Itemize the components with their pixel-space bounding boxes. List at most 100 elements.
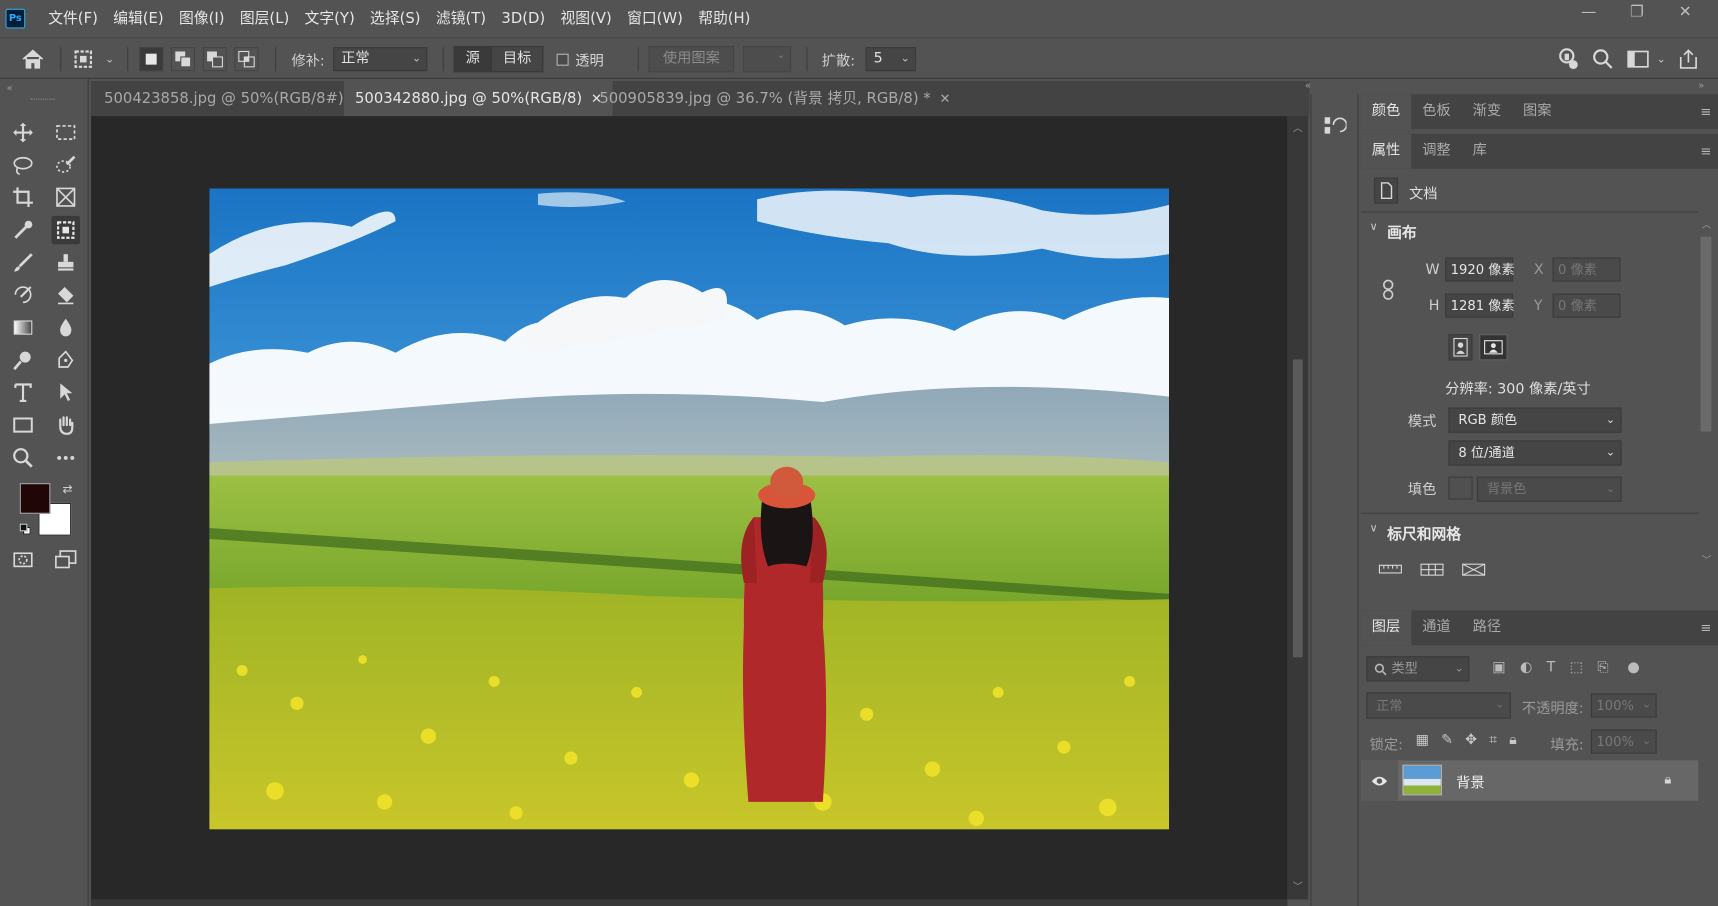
blur-tool[interactable] (51, 313, 79, 341)
scroll-down-icon[interactable]: ﹀ (1293, 879, 1303, 893)
lock-all-icon[interactable]: 🔒︎ (1509, 732, 1517, 748)
lock-artboard-icon[interactable]: ⌗ (1489, 732, 1497, 748)
fill-color-swatch[interactable] (1448, 476, 1473, 500)
search-icon[interactable] (1591, 47, 1615, 71)
source-button[interactable]: 源 (453, 46, 492, 73)
layer-visibility-toggle[interactable] (1360, 760, 1399, 801)
zoom-tool[interactable] (9, 444, 37, 472)
dodge-tool[interactable] (9, 346, 37, 374)
blend-mode-select[interactable]: 正常 ⌄ (1366, 692, 1511, 719)
link-icon[interactable] (1381, 278, 1396, 306)
lasso-tool[interactable] (9, 151, 37, 179)
fill-opacity-input[interactable]: 100% ⌄ (1590, 729, 1657, 754)
marquee-tool[interactable] (51, 118, 79, 146)
pen-tool[interactable] (51, 346, 79, 374)
tab-channels[interactable]: 通道 (1411, 610, 1461, 645)
bit-depth-select[interactable]: 8 位/通道 ⌄ (1448, 440, 1622, 466)
quick-selection-tool[interactable] (51, 151, 79, 179)
hand-tool[interactable] (51, 411, 79, 439)
smart-object-filter-icon[interactable]: ⎘ (1597, 660, 1608, 676)
tab-gradients[interactable]: 渐变 (1462, 94, 1512, 129)
share-icon[interactable] (1677, 47, 1701, 71)
menu-window[interactable]: 窗口(W) (619, 0, 690, 37)
lock-image-icon[interactable]: ✎ (1441, 732, 1453, 748)
adjustment-layer-filter-icon[interactable]: ◐ (1520, 660, 1532, 676)
filter-toggle-icon[interactable]: ● (1627, 660, 1639, 676)
photoshop-logo-icon[interactable]: Ps (5, 8, 26, 29)
tab-paths[interactable]: 路径 (1462, 610, 1512, 645)
chevron-down-icon[interactable]: ∨ (1370, 221, 1378, 233)
workspace-icon[interactable] (1626, 47, 1650, 71)
menu-file[interactable]: 文件(F) (41, 0, 106, 37)
panel-menu-icon[interactable]: ≡ (1700, 610, 1711, 645)
fill-select[interactable]: 背景色 ⌄ (1476, 476, 1622, 502)
type-layer-filter-icon[interactable]: T (1547, 660, 1556, 676)
landscape-orientation-button[interactable] (1479, 334, 1508, 361)
eyedropper-tool[interactable] (9, 216, 37, 244)
more-tools[interactable] (51, 444, 79, 472)
ruler-icon[interactable] (1378, 563, 1402, 581)
lock-position-icon[interactable]: ✥ (1465, 732, 1477, 748)
close-button[interactable]: ✕ (1661, 0, 1709, 26)
menu-select[interactable]: 选择(S) (362, 0, 428, 37)
guides-icon[interactable] (1462, 563, 1486, 581)
swap-colors-icon[interactable]: ⇄ (62, 482, 72, 496)
target-button[interactable]: 目标 (491, 46, 544, 73)
move-tool[interactable] (9, 118, 37, 146)
default-colors-icon[interactable] (19, 523, 31, 535)
tab-color[interactable]: 颜色 (1360, 94, 1412, 130)
height-input[interactable]: 1281 像素 (1445, 293, 1515, 318)
minimize-button[interactable]: — (1565, 0, 1613, 26)
properties-scrollbar[interactable]: ︿ ﹀ (1699, 217, 1712, 579)
brush-tool[interactable] (9, 249, 37, 277)
tab-document-3[interactable]: 500905839.jpg @ 36.7% (背景 拷贝, RGB/8) * ✕ (588, 81, 961, 116)
type-tool[interactable] (9, 378, 37, 406)
history-panel-button[interactable] (1322, 114, 1348, 142)
portrait-orientation-button[interactable] (1448, 334, 1473, 361)
quick-mask-button[interactable] (9, 546, 37, 574)
menu-help[interactable]: 帮助(H) (691, 0, 759, 37)
lock-transparent-icon[interactable]: ▦ (1416, 732, 1429, 748)
patch-tool[interactable] (51, 215, 80, 245)
menu-image[interactable]: 图像(I) (171, 0, 232, 37)
pattern-picker[interactable]: ⌄ (742, 46, 792, 73)
maximize-button[interactable]: ❐ (1613, 0, 1661, 26)
intersect-selection-button[interactable] (234, 47, 259, 72)
shape-layer-filter-icon[interactable]: ⬚ (1570, 660, 1583, 676)
chevron-down-icon[interactable]: ∨ (1370, 523, 1378, 535)
layer-filter-select[interactable]: 类型 ⌄ (1366, 656, 1470, 682)
collapse-dock-icon[interactable]: « (1305, 81, 1311, 92)
tab-properties[interactable]: 属性 (1360, 133, 1412, 169)
menu-edit[interactable]: 编辑(E) (106, 0, 172, 37)
diffusion-select[interactable]: 5 ⌄ (866, 47, 917, 72)
stamp-tool[interactable] (51, 249, 79, 277)
scrollbar-thumb[interactable] (1292, 359, 1303, 658)
panel-menu-icon[interactable]: ≡ (1700, 134, 1711, 169)
menu-layer[interactable]: 图层(L) (232, 0, 297, 37)
panel-menu-icon[interactable]: ≡ (1700, 94, 1711, 129)
menu-filter[interactable]: 滤镜(T) (428, 0, 494, 37)
crop-tool[interactable] (9, 183, 37, 211)
tab-swatches[interactable]: 色板 (1411, 94, 1461, 129)
frame-tool[interactable] (51, 183, 79, 211)
y-input[interactable]: 0 像素 (1552, 293, 1621, 318)
chevron-down-icon[interactable]: ⌄ (1657, 53, 1666, 65)
tool-preset-picker[interactable]: ⌄ (70, 45, 114, 73)
share-user-icon[interactable] (1556, 47, 1580, 71)
document-image[interactable] (209, 188, 1170, 830)
tab-document-2[interactable]: 500342880.jpg @ 50%(RGB/8) ✕ (344, 81, 613, 117)
color-mode-select[interactable]: RGB 颜色 ⌄ (1448, 407, 1622, 433)
layer-row-background[interactable]: 背景 🔒︎ (1360, 760, 1699, 801)
screen-mode-button[interactable] (51, 546, 79, 574)
tab-patterns[interactable]: 图案 (1512, 94, 1562, 129)
collapse-toolbar-icon[interactable]: « (7, 83, 13, 94)
grid-icon[interactable] (1420, 563, 1444, 581)
rectangle-tool[interactable] (9, 411, 37, 439)
scrollbar-thumb[interactable] (1700, 236, 1712, 432)
eraser-tool[interactable] (51, 280, 79, 308)
opacity-input[interactable]: 100% ⌄ (1590, 693, 1657, 718)
menu-type[interactable]: 文字(Y) (297, 0, 363, 37)
use-pattern-button[interactable]: 使用图案 (648, 46, 735, 73)
collapse-panels-icon[interactable]: » (1698, 81, 1704, 92)
subtract-selection-button[interactable] (202, 47, 227, 72)
